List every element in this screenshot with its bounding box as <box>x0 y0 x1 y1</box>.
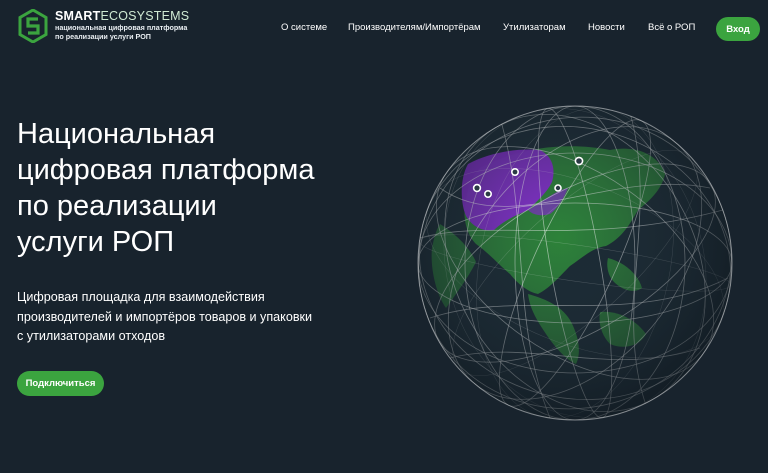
nav-news[interactable]: Новости <box>588 22 625 33</box>
hero-title-line: по реализации <box>17 190 217 222</box>
hero-title-line: цифровая платформа <box>17 154 315 186</box>
hero-subtitle-line: с утилизаторами отходов <box>17 329 166 343</box>
hero-subtitle: Цифровая площадка для взаимодействия про… <box>17 288 347 347</box>
main-nav: О системе Производителям/Импортёрам Утил… <box>0 22 768 38</box>
hero-title-line: услуги РОП <box>17 226 175 258</box>
connect-button[interactable]: Подключиться <box>17 371 104 396</box>
globe-illustration <box>410 98 740 428</box>
nav-recyclers[interactable]: Утилизаторам <box>503 22 566 33</box>
hero-title: Национальная цифровая платформа по реали… <box>17 116 357 260</box>
site-header: SMARTECOSYSTEMS национальная цифровая пл… <box>0 0 768 58</box>
nav-about[interactable]: О системе <box>281 22 327 33</box>
hero-subtitle-line: производителей и импортёров товаров и уп… <box>17 309 313 324</box>
hero-title-line: Национальная <box>17 118 216 150</box>
login-button[interactable]: Вход <box>716 17 760 41</box>
nav-producers[interactable]: Производителям/Импортёрам <box>348 22 481 33</box>
globe-network-illustration <box>417 105 733 421</box>
nav-about-rop[interactable]: Всё о РОП <box>648 22 695 33</box>
logo-name: SMARTECOSYSTEMS <box>55 9 190 23</box>
hero-subtitle-line: Цифровая площадка для взаимодействия <box>17 290 265 304</box>
